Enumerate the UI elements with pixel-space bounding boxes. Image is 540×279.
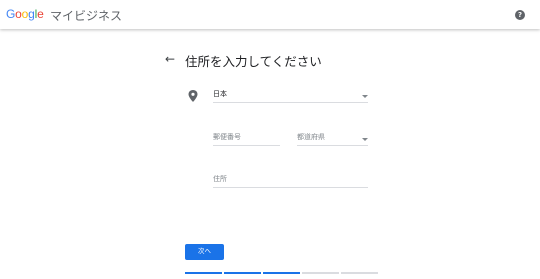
help-icon[interactable]: ? bbox=[515, 10, 525, 20]
progress-segment bbox=[341, 272, 378, 274]
top-app-bar: Google マイビジネス ? bbox=[0, 0, 540, 29]
google-logo[interactable]: Google bbox=[6, 7, 44, 21]
chevron-down-icon bbox=[362, 95, 368, 98]
location-pin-icon bbox=[188, 90, 198, 102]
prefecture-select[interactable]: 都道府県 bbox=[297, 131, 368, 146]
product-name: マイビジネス bbox=[50, 9, 123, 23]
next-button[interactable]: 次へ bbox=[185, 244, 224, 260]
progress-segment bbox=[263, 272, 300, 274]
logo-letter: G bbox=[6, 7, 16, 21]
logo-letter: e bbox=[37, 7, 44, 21]
page-title: 住所を入力してください bbox=[185, 54, 322, 69]
back-arrow-icon[interactable]: ← bbox=[165, 52, 175, 66]
postal-code-field[interactable]: 郵便番号 bbox=[213, 131, 280, 146]
postal-code-placeholder: 郵便番号 bbox=[213, 133, 241, 141]
chevron-down-icon bbox=[362, 138, 368, 141]
prefecture-placeholder: 都道府県 bbox=[297, 133, 325, 141]
country-value: 日本 bbox=[213, 90, 227, 98]
country-select[interactable]: 日本 bbox=[213, 88, 368, 103]
progress-segment bbox=[302, 272, 339, 274]
progress-segment bbox=[185, 272, 222, 274]
address-field[interactable]: 住所 bbox=[213, 173, 368, 188]
progress-segment bbox=[224, 272, 261, 274]
address-placeholder: 住所 bbox=[213, 175, 227, 183]
